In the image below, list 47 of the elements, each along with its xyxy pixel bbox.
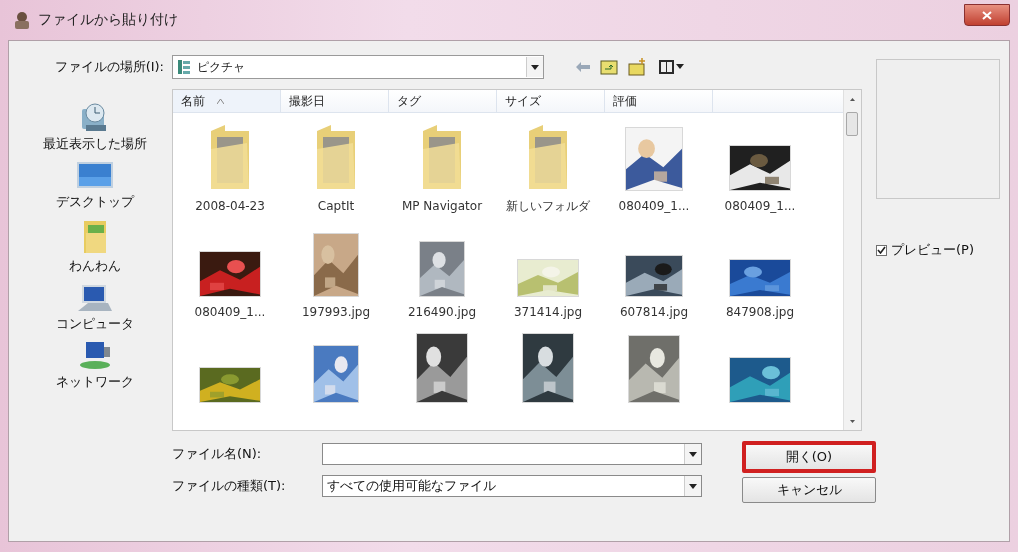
file-name[interactable]: MP Navigator: [392, 197, 492, 215]
column-header[interactable]: 評価: [605, 90, 713, 112]
location-label: ファイルの場所(I):: [54, 58, 164, 76]
file-name[interactable]: CaptIt: [286, 197, 386, 215]
places-item[interactable]: わんわん: [64, 217, 125, 277]
file-name[interactable]: 080409_1...: [604, 197, 704, 215]
folder-icon: [81, 219, 108, 255]
file-name[interactable]: 2008-04-23: [180, 197, 280, 215]
places-item[interactable]: ネットワーク: [51, 339, 138, 393]
file-name[interactable]: 080409_1...: [710, 197, 810, 215]
file-type-label: ファイルの種類(T):: [172, 477, 287, 495]
computer-icon: [77, 283, 112, 313]
column-header[interactable]: 撮影日: [281, 90, 389, 112]
column-header[interactable]: サイズ: [497, 90, 605, 112]
app-icon: [12, 10, 32, 30]
preview-checkbox[interactable]: プレビュー(P): [876, 241, 1001, 259]
places-item[interactable]: 最近表示した場所: [38, 99, 151, 155]
file-name[interactable]: 197993.jpg: [286, 303, 386, 321]
scroll-thumb[interactable]: [846, 112, 858, 136]
column-header[interactable]: タグ: [389, 90, 497, 112]
file-name[interactable]: 216490.jpg: [392, 303, 492, 321]
file-name[interactable]: 607814.jpg: [604, 303, 704, 321]
view-menu-icon[interactable]: [658, 59, 684, 75]
desktop-icon: [75, 161, 114, 191]
close-icon: [982, 10, 992, 20]
location-dropdown[interactable]: ピクチャ: [172, 55, 544, 79]
cancel-button[interactable]: キャンセル: [742, 477, 876, 503]
file-name-field[interactable]: [322, 443, 702, 465]
file-name[interactable]: 371414.jpg: [498, 303, 598, 321]
file-name[interactable]: 新しいフォルダ: [498, 197, 598, 215]
check-icon: [877, 246, 886, 254]
file-name[interactable]: 847908.jpg: [710, 303, 810, 321]
file-type-dropdown[interactable]: すべての使用可能なファイル: [322, 475, 702, 497]
window-title: ファイルから貼り付け: [38, 11, 178, 29]
open-button[interactable]: 開く(O): [742, 441, 876, 473]
file-name-label: ファイル名(N):: [172, 445, 263, 463]
dropdown-arrow-icon[interactable]: [531, 64, 539, 70]
places-item[interactable]: デスクトップ: [51, 159, 138, 213]
dropdown-arrow-icon[interactable]: [689, 451, 697, 457]
places-item[interactable]: コンピュータ: [51, 281, 138, 335]
column-header[interactable]: 名前: [173, 90, 281, 112]
network-icon: [77, 341, 112, 371]
close-button[interactable]: [964, 4, 1010, 26]
scrollbar[interactable]: [843, 90, 861, 430]
file-name[interactable]: 080409_1...: [180, 303, 280, 321]
up-folder-icon[interactable]: [600, 59, 618, 75]
dropdown-arrow-icon[interactable]: [689, 483, 697, 489]
